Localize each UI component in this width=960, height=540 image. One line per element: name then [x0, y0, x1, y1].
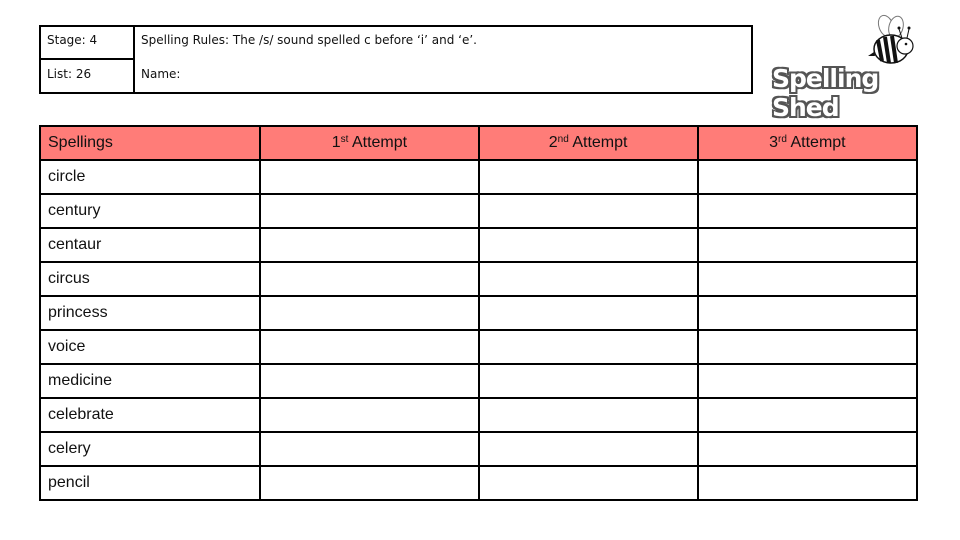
attempt-1-cell[interactable]: [259, 295, 480, 331]
attempt-1-cell[interactable]: [259, 227, 480, 263]
attempt-3-cell[interactable]: [696, 227, 919, 263]
header-ordinal: nd: [557, 134, 569, 145]
table-row: pencil: [38, 465, 919, 501]
table-row: centaur: [38, 227, 919, 263]
table-row: voice: [38, 329, 919, 365]
spelling-word: celebrate: [38, 397, 262, 433]
attempt-1-cell[interactable]: [259, 159, 480, 195]
table-row: princess: [38, 295, 919, 331]
attempt-2-cell[interactable]: [477, 465, 699, 501]
spelling-word: circus: [38, 261, 262, 297]
spelling-shed-logo: Spelling Shed: [768, 12, 934, 123]
header-ordinal: rd: [778, 134, 787, 145]
attempt-2-cell[interactable]: [477, 431, 699, 467]
header-label: 3: [769, 134, 779, 151]
name-label: Name:: [141, 67, 181, 81]
spelling-table: Spellings 1st Attempt 2nd Attempt 3rd At…: [38, 125, 919, 501]
attempt-3-cell[interactable]: [696, 295, 919, 331]
table-row: celebrate: [38, 397, 919, 433]
table-header-row: Spellings 1st Attempt 2nd Attempt 3rd At…: [38, 125, 919, 161]
spelling-word: voice: [38, 329, 262, 365]
spelling-word: circle: [38, 159, 262, 195]
attempt-1-cell[interactable]: [259, 261, 480, 297]
header-label: 2: [548, 134, 558, 151]
header-label: Spellings: [48, 134, 113, 151]
spelling-word: pencil: [38, 465, 262, 501]
table-row: medicine: [38, 363, 919, 399]
attempt-1-cell[interactable]: [259, 465, 480, 501]
spelling-word: century: [38, 193, 262, 229]
attempt-3-cell[interactable]: [696, 363, 919, 399]
header-suffix: Attempt: [568, 134, 628, 151]
attempt-2-cell[interactable]: [477, 193, 699, 229]
stage-label: Stage: 4: [41, 27, 133, 60]
spelling-word: celery: [38, 431, 262, 467]
attempt-1-cell[interactable]: [259, 397, 480, 433]
attempt-2-cell[interactable]: [477, 261, 699, 297]
attempt-3-cell[interactable]: [696, 261, 919, 297]
spelling-rules-text: Spelling Rules: The /s/ sound spelled c …: [141, 33, 477, 47]
attempt-2-cell[interactable]: [477, 363, 699, 399]
logo-text: Spelling Shed: [771, 63, 880, 123]
attempt-1-cell[interactable]: [259, 363, 480, 399]
attempt-1-cell[interactable]: [259, 193, 480, 229]
info-left-column: Stage: 4 List: 26: [41, 27, 135, 92]
attempt-3-cell[interactable]: [696, 465, 919, 501]
spelling-word: centaur: [38, 227, 262, 263]
attempt-3-cell[interactable]: [696, 329, 919, 365]
header-2nd-attempt: 2nd Attempt: [477, 125, 699, 161]
spelling-word: princess: [38, 295, 262, 331]
worksheet-info-box: Stage: 4 List: 26 Spelling Rules: The /s…: [39, 25, 753, 94]
attempt-2-cell[interactable]: [477, 329, 699, 365]
bee-icon: [868, 14, 914, 64]
attempt-3-cell[interactable]: [696, 431, 919, 467]
attempt-2-cell[interactable]: [477, 397, 699, 433]
attempt-1-cell[interactable]: [259, 329, 480, 365]
table-row: circle: [38, 159, 919, 195]
attempt-3-cell[interactable]: [696, 159, 919, 195]
table-row: celery: [38, 431, 919, 467]
attempt-2-cell[interactable]: [477, 295, 699, 331]
table-row: circus: [38, 261, 919, 297]
table-row: century: [38, 193, 919, 229]
spelling-word: medicine: [38, 363, 262, 399]
header-suffix: Attempt: [348, 134, 408, 151]
attempt-3-cell[interactable]: [696, 193, 919, 229]
header-suffix: Attempt: [786, 134, 846, 151]
header-spellings: Spellings: [38, 125, 262, 161]
attempt-3-cell[interactable]: [696, 397, 919, 433]
attempt-1-cell[interactable]: [259, 431, 480, 467]
header-label: 1: [331, 134, 341, 151]
header-1st-attempt: 1st Attempt: [259, 125, 480, 161]
attempt-2-cell[interactable]: [477, 159, 699, 195]
list-label: List: 26: [47, 67, 92, 81]
header-3rd-attempt: 3rd Attempt: [696, 125, 919, 161]
attempt-2-cell[interactable]: [477, 227, 699, 263]
